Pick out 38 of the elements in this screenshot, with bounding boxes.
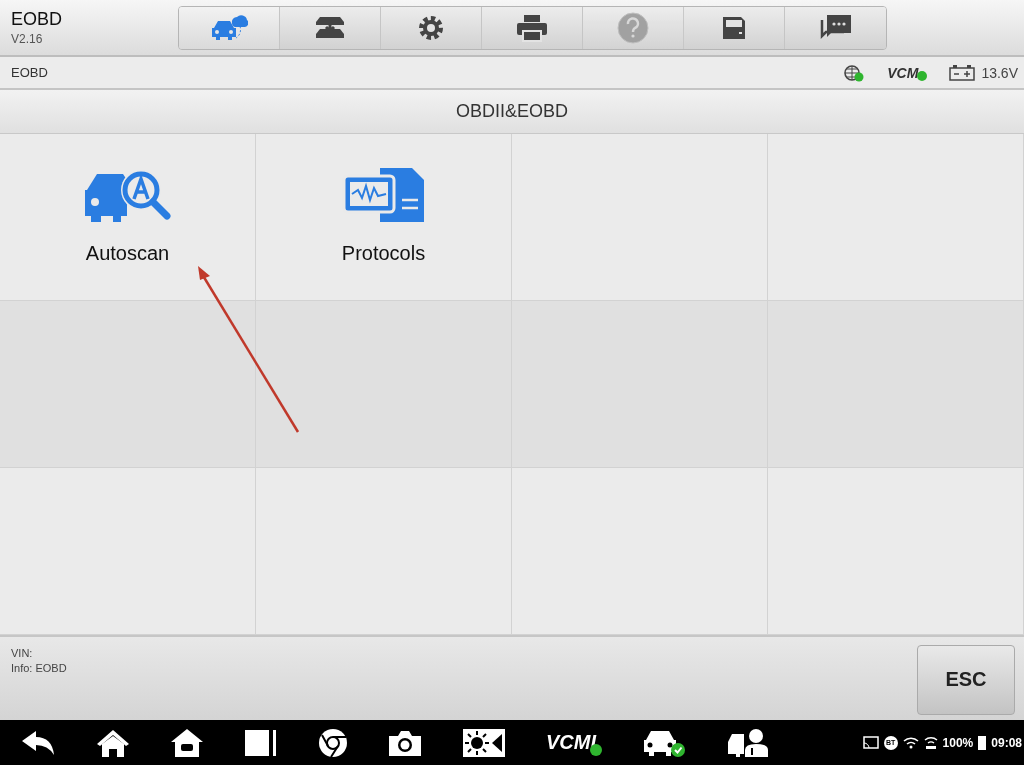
feedback-button[interactable] — [785, 6, 886, 49]
info-label: Info: EOBD — [11, 662, 67, 674]
vcm-signal-icon — [923, 735, 938, 750]
robot-house-icon[interactable] — [170, 727, 204, 758]
app-title: EOBD — [11, 9, 63, 30]
autoscan-tile[interactable]: Autoscan — [0, 134, 256, 301]
vcm-status: VCM — [887, 64, 919, 81]
vcmi-taskbar-item[interactable]: VCMI — [546, 731, 602, 754]
battery-level-icon — [978, 735, 987, 750]
remote-button[interactable] — [179, 6, 280, 49]
lift-button[interactable] — [280, 6, 381, 49]
brightness-icon[interactable] — [462, 727, 506, 758]
back-icon[interactable] — [22, 729, 56, 756]
wifi-icon — [902, 736, 919, 749]
home-icon[interactable] — [96, 727, 130, 758]
print-button[interactable] — [482, 6, 583, 49]
settings-button[interactable] — [381, 6, 482, 49]
battery-percent: 100% — [942, 735, 974, 750]
protocols-tile[interactable]: Protocols — [256, 134, 512, 301]
globe-check-icon — [843, 63, 866, 82]
help-icon — [617, 11, 649, 44]
app-version: V2.16 — [11, 32, 44, 46]
clock: 09:08 — [991, 735, 1022, 750]
printer-icon — [516, 13, 548, 42]
battery-icon — [949, 64, 976, 81]
car-cloud-icon — [210, 13, 248, 42]
esc-button[interactable]: ESC — [917, 644, 1015, 715]
car-technician-icon[interactable] — [726, 727, 770, 758]
save-button[interactable] — [684, 6, 785, 49]
save-icon — [721, 14, 747, 41]
page-title: OBDII&EOBD — [456, 101, 568, 122]
breadcrumb: EOBD — [11, 65, 48, 80]
voltage-reading: 13.6V — [981, 64, 1018, 81]
camera-icon[interactable] — [388, 728, 422, 757]
cast-icon — [862, 736, 879, 749]
square-icon[interactable] — [244, 728, 278, 757]
vin-label: VIN: — [11, 647, 34, 659]
browser-icon[interactable] — [318, 727, 348, 758]
